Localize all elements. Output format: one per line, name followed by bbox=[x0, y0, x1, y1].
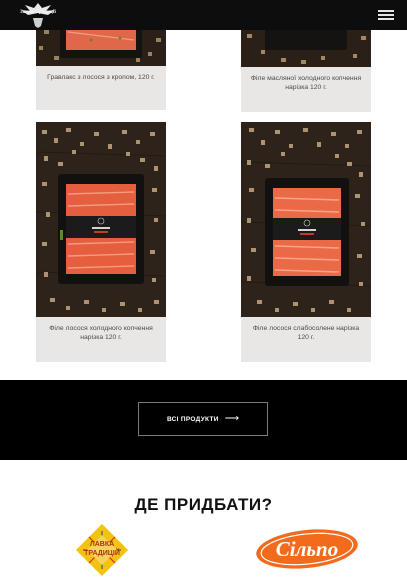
store-logo-silpo[interactable]: Сільпо bbox=[255, 528, 359, 570]
hamburger-menu-icon[interactable] bbox=[378, 10, 394, 20]
product-image bbox=[36, 122, 166, 317]
all-products-label: ВСІ ПРОДУКТИ bbox=[166, 415, 219, 423]
header-bar: Замок Традиції bbox=[0, 0, 407, 30]
brand-logo[interactable]: Замок Традиції bbox=[15, 2, 61, 28]
eagle-icon bbox=[21, 3, 55, 28]
where-to-buy-title: ДЕ ПРИДБАТИ? bbox=[134, 495, 273, 514]
product-caption: Гравлакс з лосося з кропом, 120 г. bbox=[47, 74, 155, 81]
arrow-right-icon: ⟶ bbox=[224, 413, 240, 424]
product-card[interactable]: Філе лосося слабосолене нарізка 120 г. bbox=[241, 122, 371, 362]
product-caption: Філе масляної холодного копчення нарізка… bbox=[250, 75, 362, 91]
logo-text: Замок Традиції bbox=[19, 10, 56, 15]
store-name-line1: ЛАВКА bbox=[89, 541, 115, 548]
store-name-line2: ТРАДИЦІЙ bbox=[84, 550, 120, 557]
product-grid: Гравлакс з лосося з кропом, 120 г. Філе … bbox=[0, 0, 407, 380]
product-image bbox=[241, 122, 371, 317]
store-name: Сільпо bbox=[275, 537, 339, 561]
product-caption: Філе лосося холодного копчення нарізка 1… bbox=[49, 325, 153, 341]
store-logo-lavka-tradytsii[interactable]: ЛАВКА ТРАДИЦІЙ bbox=[75, 523, 129, 577]
product-caption: Філе лосося слабосолене нарізка 120 г. bbox=[252, 325, 360, 341]
product-card[interactable]: Філе лосося холодного копчення нарізка 1… bbox=[36, 122, 166, 362]
all-products-button[interactable]: ВСІ ПРОДУКТИ ⟶ bbox=[138, 402, 268, 436]
